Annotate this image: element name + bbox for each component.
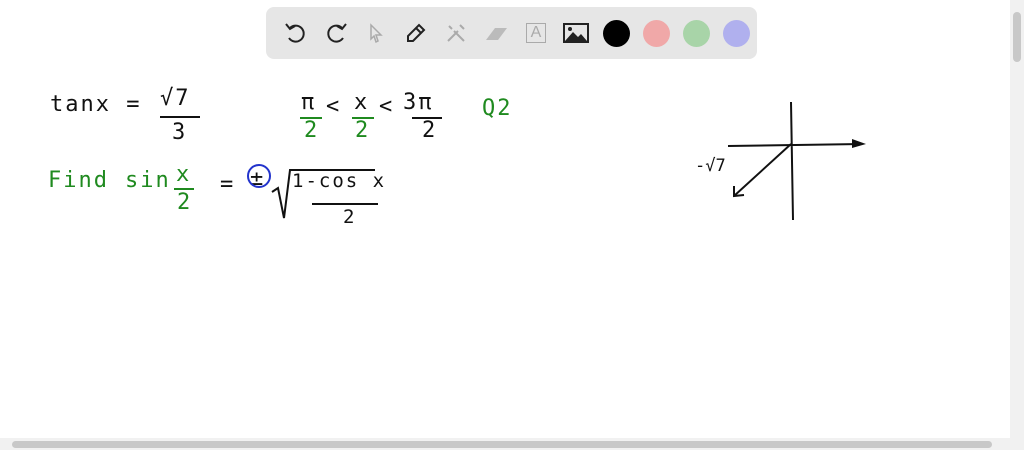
denominator-3: 3: [172, 120, 188, 145]
color-black[interactable]: [602, 19, 630, 47]
radicand-numerator: 1-cos x: [292, 170, 387, 192]
circle-annotation: [247, 164, 271, 188]
horizontal-scrollbar[interactable]: [0, 438, 1010, 450]
tools-button[interactable]: [436, 13, 476, 53]
horizontal-scroll-thumb[interactable]: [12, 441, 992, 448]
quadrant-label: Q2: [482, 96, 513, 121]
select-icon: [370, 23, 383, 44]
color-red[interactable]: [642, 19, 670, 47]
find-label: Find: [48, 168, 109, 193]
text-icon: A: [525, 23, 547, 43]
eraser-button[interactable]: [476, 13, 516, 53]
toolbar: A: [266, 7, 757, 59]
text-button[interactable]: A: [516, 13, 556, 53]
x-numerator: x: [354, 90, 370, 115]
color-blue[interactable]: [722, 19, 750, 47]
undo-button[interactable]: [276, 13, 316, 53]
select-button[interactable]: [356, 13, 396, 53]
vertical-scroll-thumb[interactable]: [1013, 12, 1021, 62]
3pi-numerator: 3π: [403, 90, 434, 115]
equals-sign: =: [220, 172, 236, 197]
pi-numerator: π: [301, 90, 317, 115]
coordinate-axes: [727, 101, 866, 221]
sqrt7-numerator: √7: [160, 86, 191, 111]
tan-expression: tanx =: [50, 92, 142, 117]
pen-button[interactable]: [396, 13, 436, 53]
image-button[interactable]: [556, 13, 596, 53]
range-den-2: 2: [355, 118, 371, 143]
half-x-numerator: x: [176, 162, 192, 187]
image-icon: [563, 23, 589, 43]
half-x-denominator: 2: [177, 190, 193, 215]
range-den-1: 2: [304, 118, 320, 143]
pen-icon: [407, 23, 426, 42]
eraser-icon: [486, 28, 507, 40]
negative-sqrt7-label: -√7: [695, 156, 726, 176]
less-than: <: [379, 94, 395, 119]
fraction-bar: [160, 116, 200, 118]
undo-icon: [285, 23, 305, 43]
tools-icon: [447, 24, 465, 42]
redo-icon: [327, 23, 347, 43]
less-than: <: [326, 94, 342, 119]
color-green[interactable]: [682, 19, 710, 47]
range-den-3: 2: [422, 118, 438, 143]
sin-label: sin: [125, 168, 171, 193]
redo-button[interactable]: [316, 13, 356, 53]
radicand-denominator: 2: [343, 206, 357, 228]
vertical-scrollbar[interactable]: [1010, 0, 1024, 450]
